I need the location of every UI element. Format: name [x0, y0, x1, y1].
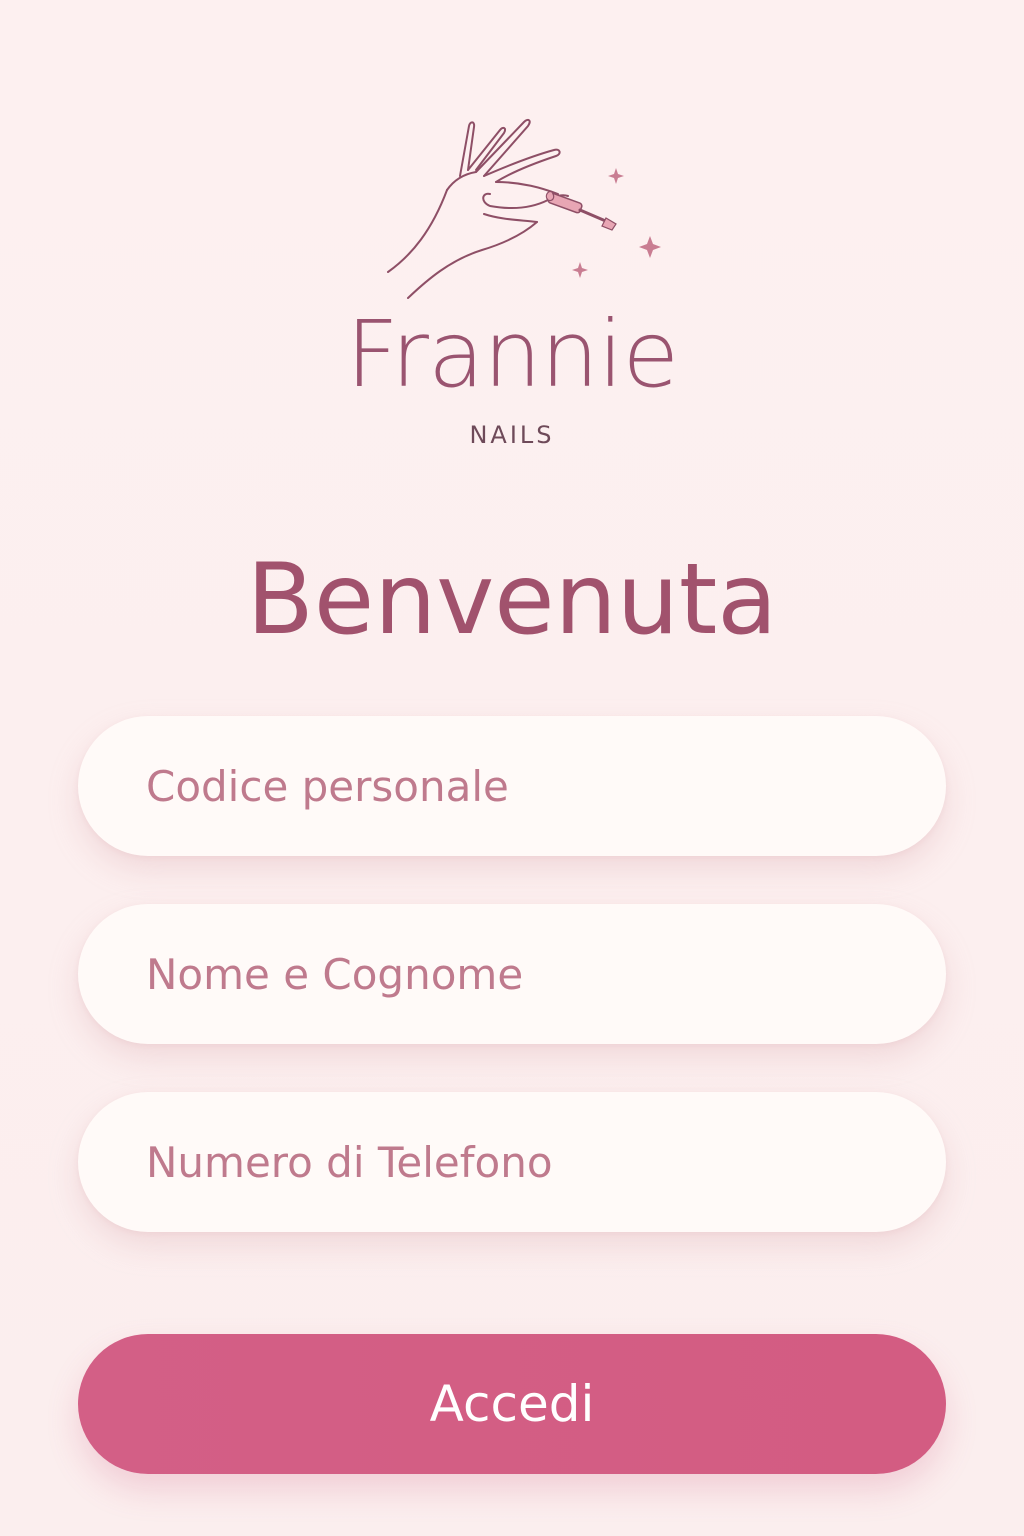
- welcome-title: Benvenuta: [246, 543, 778, 657]
- login-button[interactable]: Accedi: [78, 1334, 946, 1474]
- phone-number-field: [78, 1092, 946, 1232]
- full-name-field: [78, 904, 946, 1044]
- brand-subtitle: NAILS: [469, 421, 555, 449]
- phone-number-input[interactable]: [78, 1092, 946, 1232]
- full-name-input[interactable]: [78, 904, 946, 1044]
- personal-code-input[interactable]: [78, 716, 946, 856]
- hand-nail-polish-icon: [387, 118, 661, 299]
- login-screen: Frannie NAILS Benvenuta Accedi: [0, 0, 1024, 1536]
- personal-code-field: [78, 716, 946, 856]
- brand-name: Frannie: [345, 301, 679, 408]
